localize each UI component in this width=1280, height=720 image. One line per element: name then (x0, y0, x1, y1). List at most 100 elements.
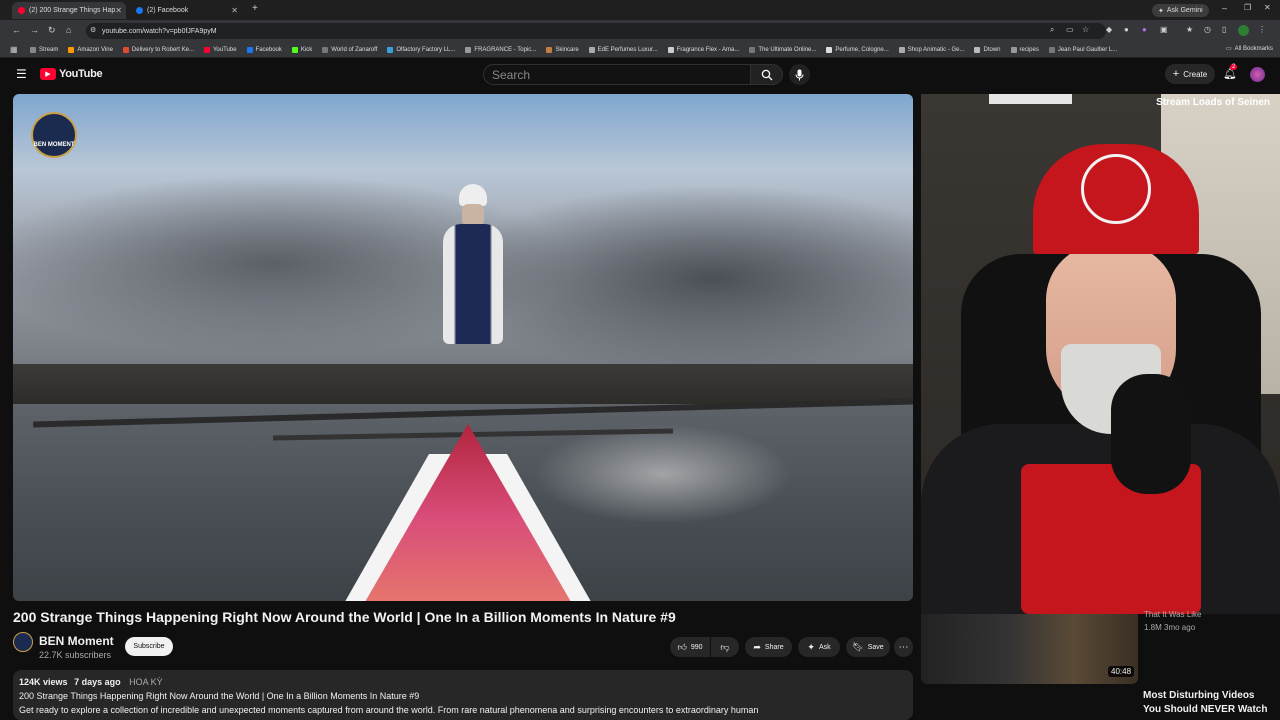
ask-button[interactable]: ✦ Ask (798, 637, 840, 657)
bookmark-label: Jean Paul Gaultier L... (1057, 46, 1118, 53)
bookmark-item[interactable]: Skincare (546, 46, 579, 53)
subscribe-button[interactable]: Subscribe (125, 637, 173, 656)
create-button[interactable]: + Create (1165, 64, 1215, 84)
extension-icon[interactable]: ◆ (1106, 25, 1112, 34)
history-icon[interactable]: ◷ (1204, 25, 1211, 34)
menu-kebab-icon[interactable]: ⋮ (1258, 25, 1266, 34)
hashtag[interactable]: HOA KỲ (129, 677, 163, 687)
rower-cap (459, 184, 487, 206)
bookmark-favicon-icon (546, 46, 553, 53)
video-player[interactable]: BEN MOMENT (13, 94, 913, 601)
extension-icon[interactable]: ● (1142, 25, 1147, 34)
bookmark-icon: 🔖︎ (852, 641, 864, 652)
bookmark-item[interactable]: Shop Animatic - Ge... (898, 46, 964, 53)
description-box[interactable]: 124K views 7 days ago HOA KỲ 200 Strange… (13, 670, 913, 720)
zoom-icon[interactable]: ⌕ (1050, 25, 1054, 35)
subscriber-count: 22.7K subscribers (39, 650, 112, 660)
bookmark-favicon-icon (974, 46, 981, 53)
sidebar-icon[interactable]: ▯ (1222, 25, 1226, 34)
tab-youtube[interactable]: (2) 200 Strange Things Hap ✕ (12, 2, 126, 19)
apps-grid-icon[interactable]: ▦ (10, 45, 18, 54)
related-partial-title[interactable]: That It Was Like (1144, 610, 1202, 619)
tab-facebook[interactable]: (2) Facebook ✕ (130, 2, 244, 19)
bookmark-item[interactable]: Kick (291, 46, 312, 53)
sidebar-top-video-title[interactable]: Stream Loads of Seinen (1156, 97, 1270, 108)
google-account-avatar[interactable] (1238, 25, 1249, 36)
close-icon[interactable]: ✕ (115, 6, 122, 15)
hamburger-menu-icon[interactable]: ☰ (16, 67, 27, 81)
bookmark-item[interactable]: Delivery to Robert Ke... (122, 46, 194, 53)
related-video-thumbnail[interactable] (921, 614, 1138, 684)
bookmark-label: Skincare (555, 46, 579, 53)
all-bookmarks-button[interactable]: ▭ All Bookmarks (1226, 45, 1273, 53)
close-window-icon[interactable]: ✕ (1264, 3, 1271, 12)
more-actions-button[interactable]: ⋯ (894, 637, 913, 657)
reading-list-icon[interactable]: ★ (1186, 25, 1193, 34)
ask-gemini-button[interactable]: ✦ Ask Gemini (1152, 4, 1209, 17)
bookmark-item[interactable]: Facebook (246, 46, 282, 53)
cap-logo (1081, 154, 1151, 224)
bookmark-item[interactable]: recipes (1010, 46, 1039, 53)
video-frame-rower (433, 184, 513, 444)
new-tab-button[interactable]: + (252, 3, 258, 14)
bookmark-item[interactable]: Stream (30, 46, 59, 53)
bookmark-label: YouTube (212, 46, 237, 53)
bookmark-item[interactable]: Dtown (974, 46, 1001, 53)
youtube-play-icon: ▶ (40, 68, 56, 80)
rower-torso (443, 224, 503, 344)
bookmark-favicon-icon (1048, 46, 1055, 53)
create-label: Create (1183, 69, 1208, 79)
bookmark-item[interactable]: Olfactory Factory LL... (387, 46, 455, 53)
bookmark-item[interactable]: Fragrance Flex - Ama... (667, 46, 739, 53)
bookmark-item[interactable]: Perfume, Cologne... (826, 46, 889, 53)
sparkle-icon: ✦ (1158, 7, 1164, 15)
related-video-title[interactable]: Most Disturbing Videos You Should NEVER … (1143, 689, 1267, 717)
channel-watermark-logo[interactable]: BEN MOMENT (31, 112, 77, 158)
account-avatar[interactable] (1250, 67, 1265, 82)
search-input[interactable]: Search (483, 64, 751, 85)
extensions-puzzle-icon[interactable]: ▣ (1160, 25, 1168, 34)
minimize-icon[interactable]: – (1222, 3, 1227, 13)
bookmark-item[interactable]: Amazon Vine (68, 46, 113, 53)
address-bar[interactable]: youtube.com/watch?v=pb0fJFA9pyM (86, 23, 1106, 39)
save-button[interactable]: 🔖︎ Save (846, 637, 890, 657)
voice-search-button[interactable] (789, 64, 810, 85)
bookmark-item[interactable]: The Ultimate Online... (749, 46, 817, 53)
ask-gemini-label: Ask Gemini (1166, 7, 1203, 14)
bookmark-favicon-icon (203, 46, 210, 53)
channel-avatar[interactable] (13, 632, 33, 652)
reload-icon[interactable]: ↻ (48, 25, 56, 36)
thumbnail-strip (989, 94, 1072, 104)
site-info-icon[interactable]: ⚙ (90, 26, 96, 34)
view-count: 124K views (19, 677, 68, 687)
dislike-button[interactable]: 👎︎ (711, 637, 739, 657)
share-button[interactable]: ➦ Share (745, 637, 792, 657)
youtube-logo[interactable]: ▶ YouTube (40, 68, 103, 80)
url-text: youtube.com/watch?v=pb0fJFA9pyM (102, 27, 217, 35)
restore-icon[interactable]: ❐ (1244, 3, 1251, 12)
bookmark-favicon-icon (322, 46, 329, 53)
search-button[interactable] (751, 64, 783, 85)
bookmark-item[interactable]: FRAGRANCE - Topic... (465, 46, 536, 53)
bookmark-star-icon[interactable]: ☆ (1082, 25, 1089, 34)
channel-watermark-text: BEN MOMENT (33, 142, 75, 148)
cast-icon[interactable]: ▭ (1066, 25, 1074, 34)
bookmark-label: Stream (39, 46, 59, 53)
back-icon[interactable]: ← (12, 25, 21, 35)
extension-icon[interactable]: ● (1124, 25, 1129, 34)
bookmark-label: The Ultimate Online... (758, 46, 817, 53)
tab-label: (2) Facebook (147, 7, 189, 14)
bookmark-item[interactable]: World of Zanaroff (322, 46, 377, 53)
home-icon[interactable]: ⌂ (66, 25, 71, 35)
bookmark-label: Dtown (983, 46, 1001, 53)
channel-name[interactable]: BEN Moment (39, 634, 114, 648)
rower-face (462, 204, 484, 226)
forward-icon[interactable]: → (30, 25, 39, 35)
save-label: Save (867, 643, 884, 651)
like-button[interactable]: 👍︎ 990 (670, 637, 710, 657)
bookmark-item[interactable]: YouTube (203, 46, 237, 53)
bookmark-item[interactable]: Jean Paul Gaultier L... (1048, 46, 1118, 53)
bookmark-item[interactable]: EdE Perfumes Luxur... (588, 46, 658, 53)
close-icon[interactable]: ✕ (231, 6, 238, 15)
related-video-title-line: You Should NEVER Watch (1143, 704, 1268, 715)
